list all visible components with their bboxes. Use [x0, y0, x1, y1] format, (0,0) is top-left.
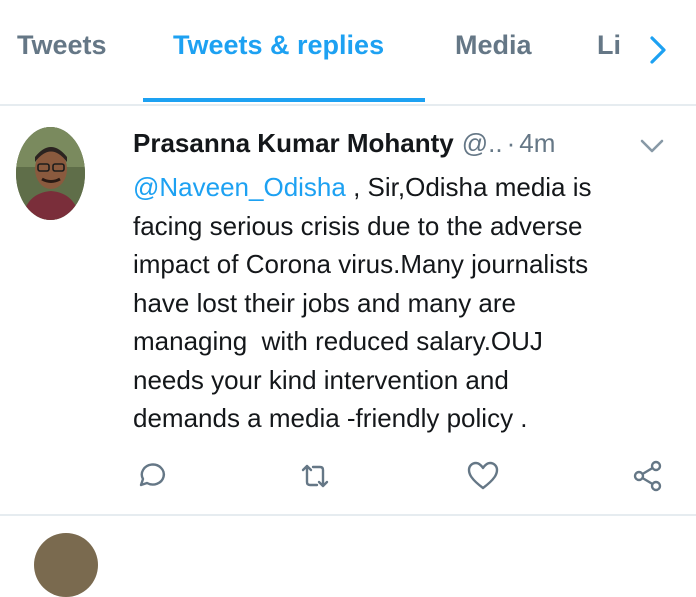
chevron-down-icon[interactable]: [638, 136, 666, 156]
retweet-icon[interactable]: [297, 458, 333, 494]
avatar[interactable]: [16, 127, 85, 220]
author-name[interactable]: Prasanna Kumar Mohanty: [133, 128, 454, 158]
profile-tabs: Tweets Tweets & replies Media Li: [0, 0, 696, 104]
tab-likes[interactable]: Li: [597, 30, 621, 61]
mention-link[interactable]: @Naveen_Odisha: [133, 172, 346, 202]
tweet-text: @Naveen_Odisha , Sir,Odisha media is fac…: [133, 168, 673, 438]
divider: [0, 104, 696, 106]
reply-icon[interactable]: [133, 458, 169, 494]
share-icon[interactable]: [630, 458, 666, 494]
tweet-text-line: managing with reduced salary.OUJ: [133, 326, 543, 356]
chevron-right-icon[interactable]: [644, 34, 672, 66]
tweet-text-line: needs your kind intervention and: [133, 364, 509, 395]
author-handle[interactable]: @..: [462, 128, 503, 158]
separator-dot: ·: [506, 128, 516, 158]
tweet-text-line: impact of Corona virus.Many journalists: [133, 249, 589, 279]
tweet-timestamp[interactable]: 4m: [519, 128, 555, 158]
tab-tweets[interactable]: Tweets: [17, 30, 107, 61]
tab-tweets-and-replies[interactable]: Tweets & replies: [173, 30, 384, 61]
tweet-header: Prasanna Kumar Mohanty @.. · 4m: [133, 128, 555, 162]
active-tab-indicator: [143, 98, 425, 102]
tweet-text-line: @Naveen_Odisha , Sir,Odisha media is: [133, 172, 592, 202]
avatar[interactable]: [34, 533, 98, 597]
tweet-text-line: facing serious crisis due to the adverse: [133, 210, 583, 241]
like-icon[interactable]: [465, 458, 501, 494]
tweet-text-line: demands a media -friendly policy .: [133, 403, 528, 433]
tab-media[interactable]: Media: [455, 30, 532, 61]
divider: [0, 514, 696, 516]
tweet-text-line: have lost their jobs and many are: [133, 287, 516, 318]
